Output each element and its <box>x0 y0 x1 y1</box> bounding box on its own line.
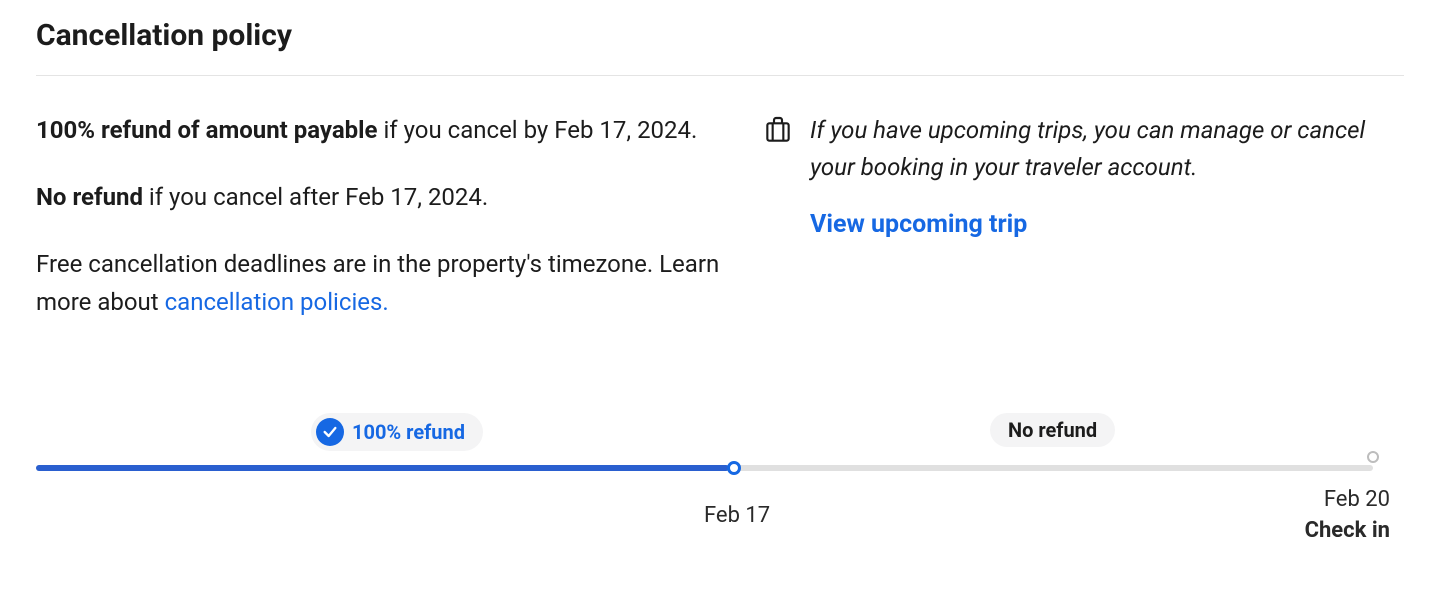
timeline-date-checkin: Feb 20 Check in <box>1305 487 1390 543</box>
checkin-date: Feb 20 <box>1324 487 1390 512</box>
checkin-label: Check in <box>1305 518 1390 543</box>
policy-line-1: 100% refund of amount payable if you can… <box>36 112 738 149</box>
timeline-badges: 100% refund No refund <box>36 413 1404 449</box>
policy-notice: Free cancellation deadlines are in the p… <box>36 246 738 320</box>
timeline-date-deadline: Feb 17 <box>704 503 770 528</box>
policy-line-1-rest: if you cancel by Feb 17, 2024. <box>378 116 698 144</box>
check-icon <box>316 418 344 446</box>
policy-line-1-strong: 100% refund of amount payable <box>36 116 378 144</box>
refund-badge-full-label: 100% refund <box>352 420 465 444</box>
timeline-marker-checkin <box>1367 451 1379 463</box>
policy-details: 100% refund of amount payable if you can… <box>36 112 738 321</box>
content-columns: 100% refund of amount payable if you can… <box>36 112 1404 321</box>
page-title: Cancellation policy <box>36 18 1404 53</box>
view-upcoming-trip-link[interactable]: View upcoming trip <box>810 210 1404 239</box>
timeline-track <box>36 465 1373 471</box>
section-divider <box>36 75 1404 76</box>
refund-badge-full: 100% refund <box>311 413 483 451</box>
manage-trip-text: If you have upcoming trips, you can mana… <box>810 112 1404 186</box>
cancellation-policies-link[interactable]: cancellation policies. <box>165 288 389 316</box>
timeline-track-fill <box>36 465 729 471</box>
suitcase-icon <box>762 114 794 321</box>
policy-line-2: No refund if you cancel after Feb 17, 20… <box>36 179 738 216</box>
manage-trip-panel: If you have upcoming trips, you can mana… <box>762 112 1404 321</box>
policy-line-2-rest: if you cancel after Feb 17, 2024. <box>143 183 488 211</box>
timeline-marker-deadline <box>727 461 741 475</box>
timeline-tick-labels: Feb 17 Feb 20 Check in <box>36 487 1404 567</box>
policy-line-2-strong: No refund <box>36 183 143 211</box>
manage-trip-text-block: If you have upcoming trips, you can mana… <box>810 112 1404 321</box>
refund-timeline: 100% refund No refund Feb 17 Feb 20 Chec… <box>36 413 1404 567</box>
refund-badge-none: No refund <box>990 413 1115 447</box>
refund-badge-none-label: No refund <box>1008 418 1097 442</box>
